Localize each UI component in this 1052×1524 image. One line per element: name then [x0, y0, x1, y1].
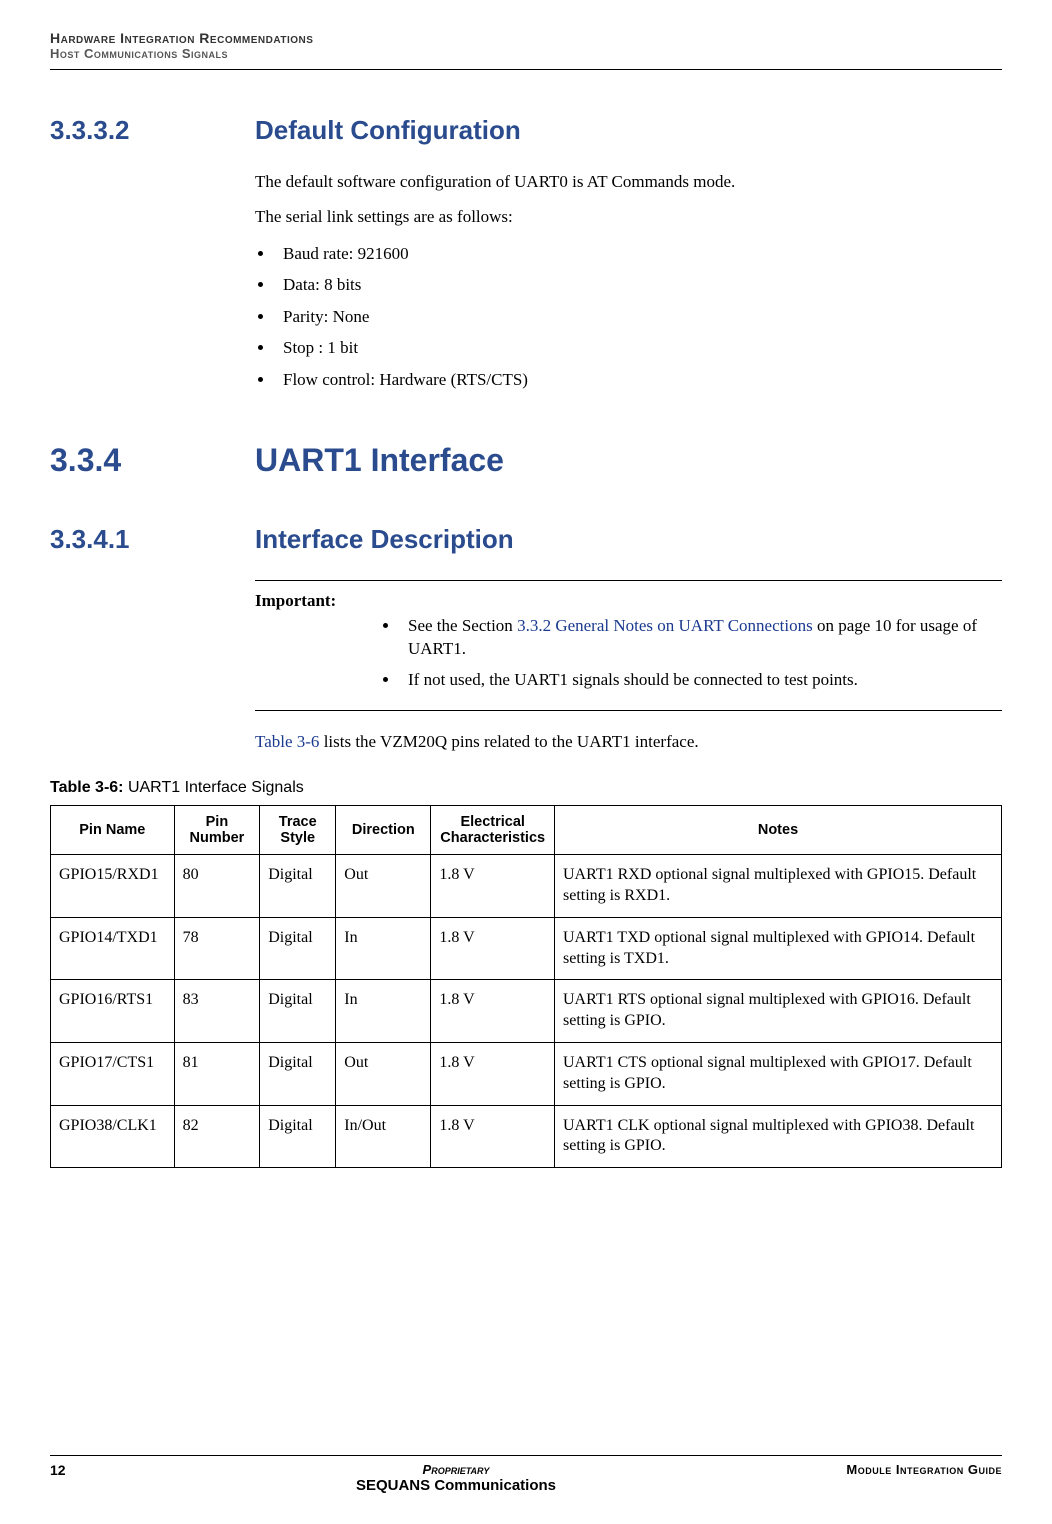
important-note: Important: See the Section 3.3.2 General… [255, 580, 1002, 711]
table-cell: 83 [174, 980, 260, 1043]
table-cell: 82 [174, 1105, 260, 1168]
table-cell: Out [336, 1042, 431, 1105]
cross-reference-link[interactable]: 3.3.2 General Notes on UART Connections [517, 616, 813, 635]
page-header: Hardware Integration Recommendations Hos… [50, 0, 1002, 70]
table-cell: 81 [174, 1042, 260, 1105]
table-cell: Digital [260, 980, 336, 1043]
table-cell: UART1 CLK optional signal multiplexed wi… [555, 1105, 1002, 1168]
paragraph: Table 3-6 lists the VZM20Q pins related … [255, 731, 1002, 754]
table-cell: In [336, 980, 431, 1043]
table-cell: Digital [260, 1105, 336, 1168]
section-title: Default Configuration [255, 115, 521, 146]
table-header: Direction [336, 806, 431, 855]
table-cell: 1.8 V [431, 855, 555, 918]
table-cell: 1.8 V [431, 980, 555, 1043]
list-item: If not used, the UART1 signals should be… [400, 669, 1002, 692]
table-row: GPIO16/RTS183DigitalIn1.8 VUART1 RTS opt… [51, 980, 1002, 1043]
header-title-2: Host Communications Signals [50, 46, 1002, 61]
list-item: Stop : 1 bit [275, 335, 1002, 361]
table-header: Electrical Characteristics [431, 806, 555, 855]
table-cell: In [336, 917, 431, 980]
list-item: Data: 8 bits [275, 272, 1002, 298]
section-number: 3.3.3.2 [50, 115, 255, 146]
table-reference-link[interactable]: Table 3-6 [255, 732, 319, 751]
table-row: GPIO15/RXD180DigitalOut1.8 VUART1 RXD op… [51, 855, 1002, 918]
settings-list: Baud rate: 921600 Data: 8 bits Parity: N… [275, 241, 1002, 393]
table-cell: UART1 RXD optional signal multiplexed wi… [555, 855, 1002, 918]
table-cell: In/Out [336, 1105, 431, 1168]
paragraph: The default software configuration of UA… [255, 171, 1002, 194]
page-footer: 12 Proprietary SEQUANS Communications Mo… [50, 1455, 1002, 1494]
table-cell: 1.8 V [431, 1042, 555, 1105]
header-title-1: Hardware Integration Recommendations [50, 30, 1002, 46]
uart1-signals-table: Pin Name Pin Number Trace Style Directio… [50, 805, 1002, 1168]
table-cell: Out [336, 855, 431, 918]
table-caption: Table 3-6: UART1 Interface Signals [50, 779, 1002, 797]
footer-guide-name: Module Integration Guide [846, 1462, 1002, 1494]
table-cell: 1.8 V [431, 1105, 555, 1168]
table-cell: GPIO16/RTS1 [51, 980, 175, 1043]
table-cell: UART1 RTS optional signal multiplexed wi… [555, 980, 1002, 1043]
table-cell: GPIO17/CTS1 [51, 1042, 175, 1105]
table-cell: UART1 TXD optional signal multiplexed wi… [555, 917, 1002, 980]
table-cell: GPIO15/RXD1 [51, 855, 175, 918]
section-number: 3.3.4.1 [50, 524, 255, 555]
table-row: GPIO14/TXD178DigitalIn1.8 VUART1 TXD opt… [51, 917, 1002, 980]
section-heading-3-3-4: 3.3.4 UART1 Interface [50, 442, 1002, 479]
table-cell: GPIO14/TXD1 [51, 917, 175, 980]
list-item: Parity: None [275, 304, 1002, 330]
table-header: Notes [555, 806, 1002, 855]
paragraph: The serial link settings are as follows: [255, 206, 1002, 229]
table-cell: 1.8 V [431, 917, 555, 980]
important-label: Important: [255, 591, 1002, 611]
list-item: See the Section 3.3.2 General Notes on U… [400, 615, 1002, 661]
table-header: Pin Name [51, 806, 175, 855]
list-item: Flow control: Hardware (RTS/CTS) [275, 367, 1002, 393]
table-cell: Digital [260, 917, 336, 980]
section-number: 3.3.4 [50, 442, 255, 479]
list-item: Baud rate: 921600 [275, 241, 1002, 267]
table-cell: UART1 CTS optional signal multiplexed wi… [555, 1042, 1002, 1105]
table-row: GPIO38/CLK182DigitalIn/Out1.8 VUART1 CLK… [51, 1105, 1002, 1168]
table-cell: 78 [174, 917, 260, 980]
section-title: UART1 Interface [255, 442, 504, 479]
section-heading-3-3-4-1: 3.3.4.1 Interface Description [50, 524, 1002, 555]
table-cell: GPIO38/CLK1 [51, 1105, 175, 1168]
table-header-row: Pin Name Pin Number Trace Style Directio… [51, 806, 1002, 855]
table-header: Pin Number [174, 806, 260, 855]
table-row: GPIO17/CTS181DigitalOut1.8 VUART1 CTS op… [51, 1042, 1002, 1105]
table-cell: 80 [174, 855, 260, 918]
table-cell: Digital [260, 1042, 336, 1105]
table-header: Trace Style [260, 806, 336, 855]
section-heading-3-3-3-2: 3.3.3.2 Default Configuration [50, 115, 1002, 146]
footer-center: Proprietary SEQUANS Communications [66, 1462, 847, 1494]
important-list: See the Section 3.3.2 General Notes on U… [400, 615, 1002, 692]
page-number: 12 [50, 1462, 66, 1494]
section-title: Interface Description [255, 524, 514, 555]
table-cell: Digital [260, 855, 336, 918]
